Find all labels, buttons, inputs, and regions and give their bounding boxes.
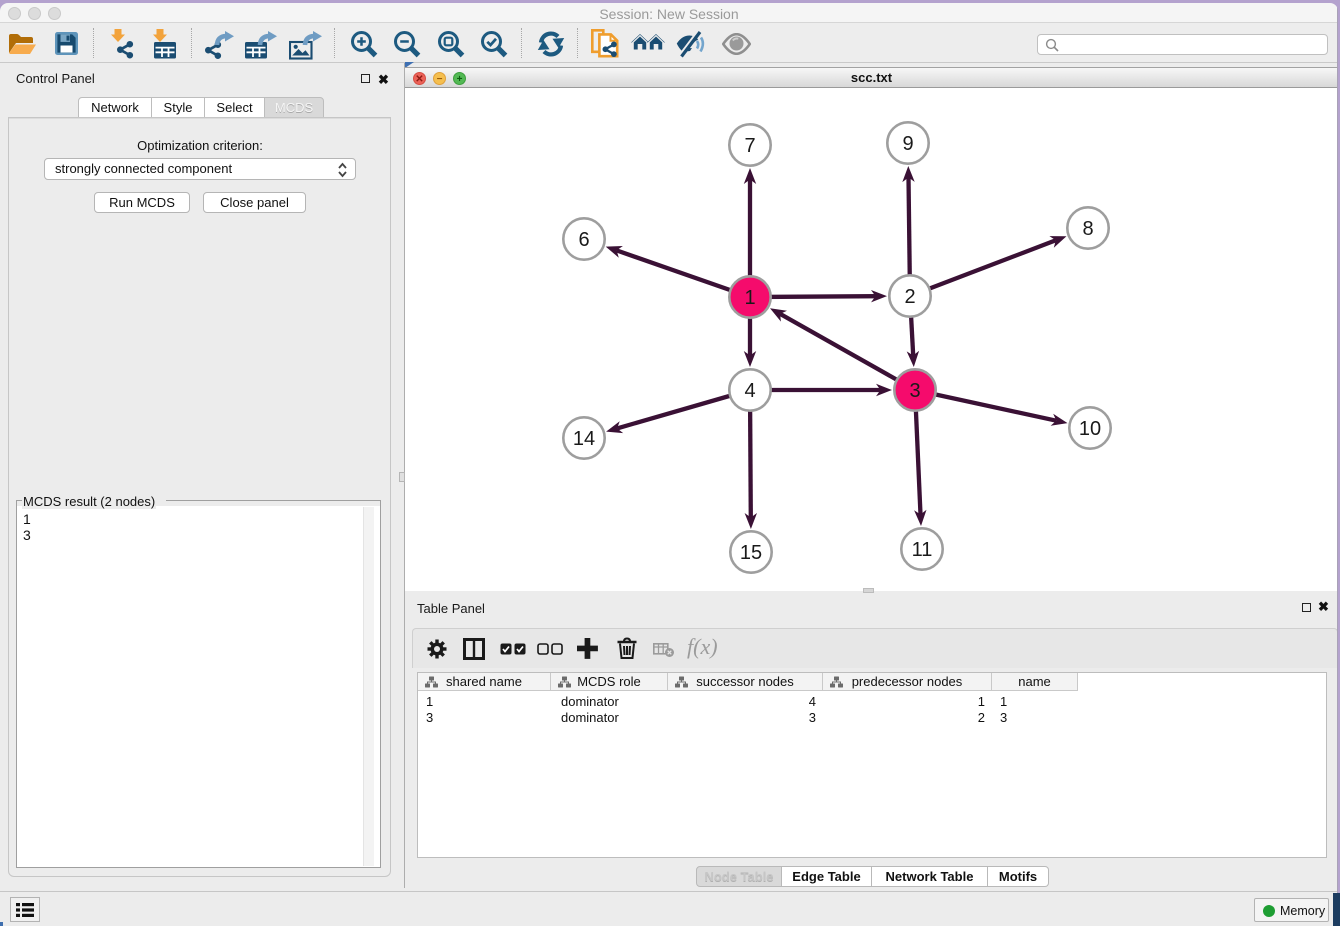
svg-text:10: 10 — [1079, 418, 1101, 440]
svg-text:1: 1 — [744, 287, 755, 309]
svg-text:11: 11 — [912, 539, 933, 561]
svg-text:15: 15 — [740, 542, 762, 564]
svg-text:7: 7 — [744, 135, 755, 157]
svg-text:8: 8 — [1082, 218, 1093, 240]
svg-text:6: 6 — [578, 229, 589, 251]
svg-text:3: 3 — [909, 380, 920, 402]
svg-text:4: 4 — [744, 380, 755, 402]
svg-text:14: 14 — [573, 428, 595, 450]
svg-text:9: 9 — [902, 133, 913, 155]
svg-text:2: 2 — [904, 286, 915, 308]
